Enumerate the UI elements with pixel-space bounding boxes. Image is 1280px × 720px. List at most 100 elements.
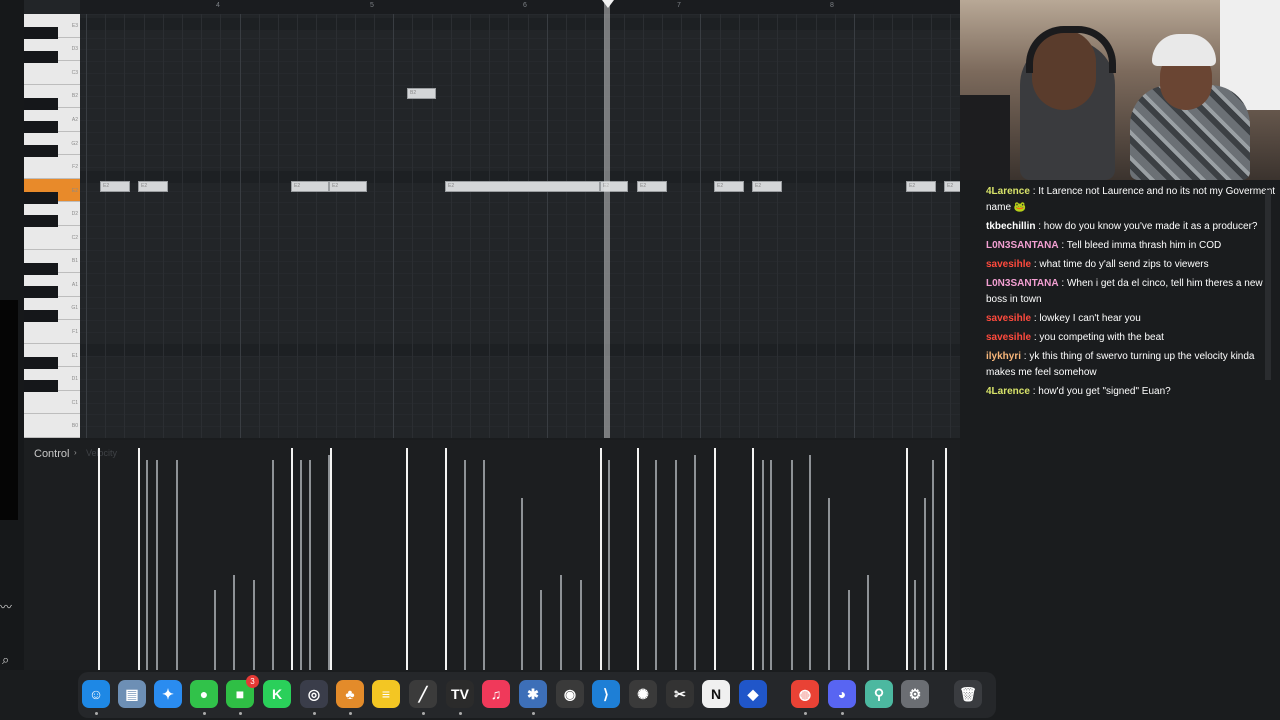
velocity-bar[interactable]	[655, 460, 657, 670]
velocity-bar[interactable]	[272, 460, 274, 670]
velocity-bar[interactable]	[253, 580, 255, 670]
piano-key-black[interactable]	[24, 144, 58, 157]
midi-note[interactable]: E2	[637, 181, 667, 192]
velocity-bar[interactable]	[98, 448, 100, 670]
piano-key-black[interactable]	[24, 121, 58, 134]
velocity-bar[interactable]	[156, 460, 158, 670]
piano-key[interactable]: F2	[24, 155, 80, 179]
velocity-bar[interactable]	[328, 455, 330, 670]
velocity-bar[interactable]	[521, 498, 523, 670]
velocity-bar[interactable]	[752, 448, 754, 670]
velocity-bar[interactable]	[848, 590, 850, 670]
piano-key[interactable]: C2	[24, 226, 80, 250]
velocity-bar[interactable]	[809, 455, 811, 670]
vscode-icon[interactable]: ⟩	[592, 680, 620, 708]
velocity-bar[interactable]	[762, 460, 764, 670]
piano-key[interactable]: C1	[24, 391, 80, 415]
midi-note[interactable]: E2	[100, 181, 130, 192]
piano-key-black[interactable]	[24, 380, 58, 393]
capcut-icon[interactable]: ✂	[666, 680, 694, 708]
velocity-bar[interactable]	[600, 448, 602, 670]
piano-key-black[interactable]	[24, 309, 58, 322]
piano-key-black[interactable]	[24, 286, 58, 299]
velocity-bar[interactable]	[828, 498, 830, 670]
velocity-bar[interactable]	[791, 460, 793, 670]
chevron-right-icon[interactable]: ›	[74, 448, 77, 457]
davinci-icon[interactable]: ✱	[519, 680, 547, 708]
velocity-area[interactable]	[80, 446, 960, 670]
settings-icon[interactable]: ⚙	[901, 680, 929, 708]
piano-key-black[interactable]	[24, 215, 58, 228]
github-icon[interactable]: ◉	[556, 680, 584, 708]
velocity-bar[interactable]	[291, 448, 293, 670]
trash-icon[interactable]: 🗑	[954, 680, 982, 708]
music-icon[interactable]: ♫	[482, 680, 510, 708]
velocity-bar[interactable]	[906, 448, 908, 670]
piano-key[interactable]: C3	[24, 61, 80, 85]
velocity-bar[interactable]	[445, 448, 447, 670]
piano-key-black[interactable]	[24, 356, 58, 369]
piano-roll[interactable]: 4 5 6 7 8 E3 D3 C3 B2 A2 G2 F2 E2 D2 C2 B1 A1 G1 F1 E1 D1 C1…	[24, 0, 960, 438]
velocity-bar[interactable]	[560, 575, 562, 670]
note-grid[interactable]: E2 E2 E2 E2 E2 E2 E2 E2 E2 E2 E2 B2	[80, 14, 960, 438]
chat-username[interactable]: 4Larence	[986, 186, 1030, 197]
piano-key[interactable]: F1	[24, 320, 80, 344]
velocity-bar[interactable]	[637, 448, 639, 670]
chatgpt-icon[interactable]: ✺	[629, 680, 657, 708]
fl-studio-icon[interactable]: ♣	[336, 680, 364, 708]
velocity-bar[interactable]	[406, 448, 408, 670]
midi-note[interactable]: E2	[138, 181, 168, 192]
midi-note[interactable]: E2	[291, 181, 329, 192]
chat-username[interactable]: tkbechillin	[986, 221, 1035, 232]
velocity-bar[interactable]	[608, 460, 610, 670]
piano-key-black[interactable]	[24, 191, 58, 204]
velocity-bar[interactable]	[464, 460, 466, 670]
velocity-bar[interactable]	[770, 460, 772, 670]
velocity-bar[interactable]	[924, 498, 926, 670]
velocity-bar[interactable]	[214, 590, 216, 670]
velocity-bar[interactable]	[330, 448, 332, 670]
playhead[interactable]	[604, 0, 610, 438]
piano-keyboard[interactable]: E3 D3 C3 B2 A2 G2 F2 E2 D2 C2 B1 A1 G1 F1 E1 D1 C1 B0	[24, 14, 80, 438]
obs-icon[interactable]: ◎	[300, 680, 328, 708]
chat-username[interactable]: savesihle	[986, 313, 1031, 324]
velocity-bar[interactable]	[675, 460, 677, 670]
piano-key[interactable]: B0	[24, 414, 80, 438]
chat-username[interactable]: L0N3SANTANA	[986, 240, 1059, 251]
chat-username[interactable]: ilykhyri	[986, 351, 1021, 362]
velocity-bar[interactable]	[694, 455, 696, 670]
tradingview-icon[interactable]: TV	[446, 680, 474, 708]
pen-icon[interactable]: ╱	[409, 680, 437, 708]
chat-username[interactable]: L0N3SANTANA	[986, 278, 1059, 289]
midi-note[interactable]: E2	[445, 181, 600, 192]
chrome-icon[interactable]: ◍	[791, 680, 819, 708]
timeline-ruler[interactable]: 4 5 6 7 8	[80, 0, 960, 15]
piano-key-black[interactable]	[24, 50, 58, 63]
kick-icon[interactable]: K	[263, 680, 291, 708]
piano-key-black[interactable]	[24, 26, 58, 39]
midi-note[interactable]: E2	[752, 181, 782, 192]
velocity-bar[interactable]	[138, 448, 140, 670]
velocity-bar[interactable]	[932, 460, 934, 670]
discord-icon[interactable]: ◕	[828, 680, 856, 708]
velocity-bar[interactable]	[146, 460, 148, 670]
velocity-bar[interactable]	[300, 460, 302, 670]
safari-icon[interactable]: ✦	[154, 680, 182, 708]
midi-note[interactable]: E2	[714, 181, 744, 192]
messages-icon[interactable]: ●	[190, 680, 218, 708]
control-lane[interactable]: Control › Velocity	[24, 440, 960, 670]
chat-username[interactable]: savesihle	[986, 332, 1031, 343]
search-icon[interactable]: ⌕	[2, 652, 9, 668]
virtualbox-icon[interactable]: ◆	[739, 680, 767, 708]
midi-note[interactable]: E2	[944, 181, 960, 192]
files-icon[interactable]: ▤	[118, 680, 146, 708]
velocity-bar[interactable]	[580, 580, 582, 670]
velocity-bar[interactable]	[714, 448, 716, 670]
velocity-bar[interactable]	[945, 448, 947, 670]
velocity-bar[interactable]	[540, 590, 542, 670]
velocity-bar[interactable]	[176, 460, 178, 670]
velocity-bar[interactable]	[233, 575, 235, 670]
chat-username[interactable]: savesihle	[986, 259, 1031, 270]
velocity-bar[interactable]	[483, 460, 485, 670]
control-label[interactable]: Control	[34, 448, 69, 460]
